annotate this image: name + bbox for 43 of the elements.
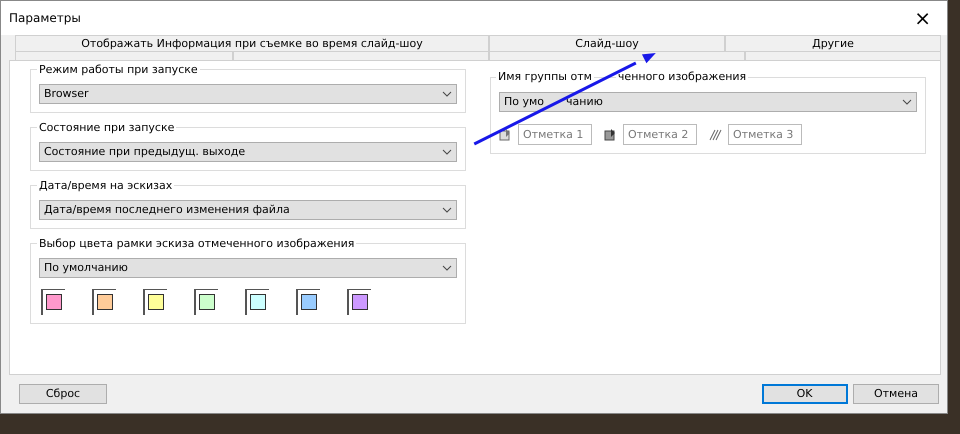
group-label: Выбор цвета рамки эскиза отмеченного изображения	[37, 236, 356, 252]
color-swatch-button[interactable]	[194, 289, 218, 315]
color-swatch-button[interactable]	[143, 289, 167, 315]
dialog-button[interactable]: OK	[762, 384, 848, 404]
dropdown[interactable]: Состояние при предыдущ. выходе	[39, 142, 457, 162]
chevron-icon	[442, 207, 452, 213]
chevron-icon	[442, 91, 452, 97]
group-label: Имя группы отм	[496, 69, 594, 85]
input-field[interactable]: Отметка 3	[728, 124, 802, 145]
tab[interactable]: Другие	[725, 35, 941, 52]
dropdown-value: Browser	[44, 86, 89, 102]
group-label: ченного изображения	[616, 69, 748, 85]
dropdown[interactable]: Дата/время последнего изменения файла	[39, 200, 457, 220]
input-field[interactable]: Отметка 2	[623, 124, 697, 145]
group-label: Состояние при запуске	[37, 120, 176, 136]
tab[interactable]: Слайд-шоу	[489, 35, 725, 52]
color-swatch-button[interactable]	[92, 289, 116, 315]
group-label: Дата/время на эскизах	[37, 178, 174, 194]
dropdown-value: По умолчанию	[44, 260, 128, 276]
chevron-icon	[902, 99, 912, 105]
dropdown[interactable]: По умолчанию	[39, 258, 457, 278]
dropdown[interactable]: Browser	[39, 84, 457, 104]
color-swatch-button[interactable]	[296, 289, 320, 315]
dialog-button[interactable]: Отмена	[853, 384, 939, 404]
dialog-button[interactable]: Сброс	[19, 384, 107, 404]
input-field[interactable]: Отметка 1	[518, 124, 592, 145]
tab[interactable]: Отображать Информация при съемке во время слайд-шоу	[15, 35, 489, 52]
dropdown-value: Дата/время последнего изменения файла	[44, 202, 290, 218]
mark-icon	[709, 128, 722, 141]
chevron-icon	[442, 265, 452, 271]
color-swatch-button[interactable]	[41, 289, 65, 315]
close-button[interactable]: ×	[910, 8, 935, 28]
dropdown-value: Состояние при предыдущ. выходе	[44, 144, 246, 160]
color-swatch-button[interactable]	[347, 289, 371, 315]
window-title: Параметры	[9, 10, 81, 27]
chevron-icon	[442, 149, 452, 155]
dropdown-value: По умо	[504, 94, 544, 110]
color-swatch-button[interactable]	[245, 289, 269, 315]
mark-icon	[604, 128, 617, 141]
mark-icon	[499, 128, 512, 141]
dropdown-value: чанию	[566, 94, 603, 110]
dropdown[interactable]: По умо чанию	[499, 92, 917, 112]
group-label: Режим работы при запуске	[37, 62, 200, 78]
